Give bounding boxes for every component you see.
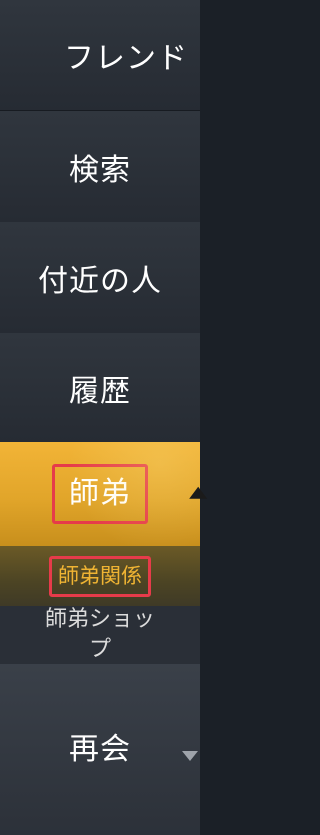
menu-item-nearby[interactable]: 付近の人 [0,222,200,334]
submenu-item-mentor-shop[interactable]: 師弟ショップ [0,606,200,664]
menu-item-friends-label: フレンド [64,41,188,76]
chevron-down-icon [182,751,198,761]
menu-item-nearby-label: 付近の人 [38,263,162,299]
menu-item-history[interactable]: 履歴 [0,333,200,443]
menu-item-history-label: 履歴 [69,373,131,409]
caret-up-icon [189,486,208,499]
submenu-item-mentor-shop-label: 師弟ショップ [44,607,155,662]
social-side-menu: フレンド 検索 付近の人 履歴 師弟 師弟関係 師弟ショップ 再会 [0,0,208,835]
menu-item-mentorship-label: 師弟 [52,464,148,524]
submenu-item-mentor-relations-label: 師弟関係 [49,555,151,597]
submenu-item-mentor-relations[interactable]: 師弟関係 [0,546,200,606]
menu-item-reunion-label: 再会 [69,732,131,767]
menu-item-search-label: 検索 [69,152,131,188]
menu-item-search[interactable]: 検索 [0,111,200,223]
menu-item-reunion[interactable]: 再会 [0,664,200,835]
menu-item-friends[interactable]: フレンド [0,0,200,111]
menu-item-mentorship[interactable]: 師弟 [0,442,208,546]
